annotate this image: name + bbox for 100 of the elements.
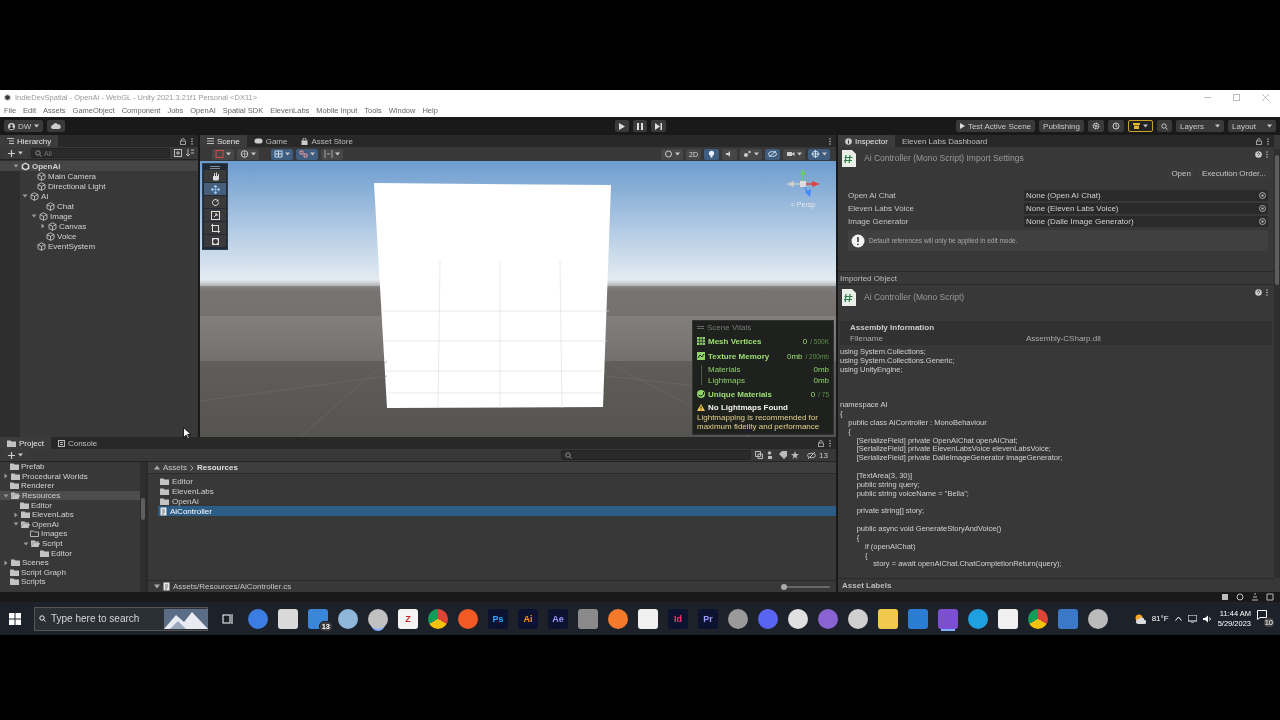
tree-item[interactable]: OpenAi: [0, 519, 140, 530]
sort-icon[interactable]: [186, 149, 194, 157]
rect-tool-button[interactable]: [204, 222, 226, 234]
app-icon[interactable]: Ai: [518, 608, 538, 629]
history-button[interactable]: [1108, 120, 1124, 132]
increment-snap-button[interactable]: [296, 148, 318, 160]
asset-item[interactable]: OpenAi: [158, 496, 836, 506]
chevron-up-icon[interactable]: [1174, 616, 1182, 621]
size-slider[interactable]: [784, 582, 830, 591]
scale-tool-button[interactable]: [204, 209, 226, 221]
test-scene-button[interactable]: Test Active Scene: [955, 120, 1036, 132]
tab[interactable]: Asset Store: [294, 135, 360, 147]
pause-button[interactable]: [632, 120, 647, 132]
asset-item[interactable]: ElevenLabs: [158, 486, 836, 496]
app-icon[interactable]: [278, 608, 298, 629]
app-icon[interactable]: [998, 608, 1018, 629]
cloud-button[interactable]: [47, 120, 66, 132]
tree-item[interactable]: Resources: [0, 490, 140, 501]
hidden-packages-button[interactable]: 13: [803, 449, 832, 461]
lighting-toggle[interactable]: [704, 148, 719, 160]
app-icon[interactable]: Z: [398, 608, 418, 629]
play-button[interactable]: [614, 120, 629, 132]
tree-item[interactable]: Images: [0, 529, 140, 539]
expand-arrow-icon[interactable]: [31, 213, 37, 219]
tab[interactable]: Inspector: [838, 135, 895, 147]
tree-item[interactable]: Voice: [0, 231, 198, 241]
gizmos-button[interactable]: [808, 148, 830, 160]
object-field[interactable]: None (Eleven Labs Voice): [1024, 202, 1268, 214]
search-input[interactable]: Type here to search: [51, 613, 159, 624]
axis-gizmo-icon[interactable]: [786, 169, 820, 199]
tree-item[interactable]: ElevenLabs: [0, 509, 140, 520]
help-icon[interactable]: [1255, 151, 1262, 158]
effects-button[interactable]: [740, 148, 762, 160]
tree-item[interactable]: Scenes: [0, 557, 140, 568]
expand-arrow-icon[interactable]: [13, 163, 19, 169]
orbit-button[interactable]: [661, 148, 684, 160]
tree-item[interactable]: EventSystem: [0, 241, 198, 251]
app-icon[interactable]: Pr: [698, 608, 718, 629]
expand-arrow-icon[interactable]: [3, 559, 9, 566]
expand-arrow-icon[interactable]: [13, 511, 19, 518]
app-icon[interactable]: [878, 608, 898, 629]
app-icon[interactable]: [1088, 608, 1108, 629]
collapse-arrow-icon[interactable]: [154, 465, 160, 470]
align-button[interactable]: [321, 148, 343, 160]
app-icon[interactable]: [788, 608, 808, 629]
app-icon[interactable]: [608, 608, 628, 629]
rotate-tool-button[interactable]: [204, 196, 226, 208]
asset-item[interactable]: Editor: [158, 476, 836, 486]
expand-arrow-icon[interactable]: [23, 540, 29, 547]
tab[interactable]: Game: [246, 135, 295, 147]
drag-handle-icon[interactable]: [210, 166, 220, 169]
app-icon[interactable]: [338, 608, 358, 629]
expand-arrow-icon[interactable]: [13, 521, 19, 528]
publishing-button[interactable]: Publishing: [1039, 120, 1084, 132]
search-button[interactable]: [1157, 120, 1172, 132]
app-icon[interactable]: Ps: [488, 608, 508, 629]
tree-item[interactable]: Script Graph: [0, 567, 140, 578]
object-field[interactable]: None (Dalle Image Generator): [1024, 215, 1268, 227]
tree-item[interactable]: Procedural Worlds: [0, 471, 140, 482]
tree-item[interactable]: Prefab: [0, 462, 140, 472]
tree-item[interactable]: Editor: [0, 548, 140, 558]
expand-arrow-icon[interactable]: [3, 473, 9, 480]
app-icon[interactable]: [368, 608, 388, 629]
layout-dropdown[interactable]: Layout: [1228, 120, 1276, 132]
tree-item[interactable]: Renderer: [0, 481, 140, 491]
tab[interactable]: Project: [0, 437, 51, 449]
asset-item[interactable]: AiController: [158, 506, 836, 516]
expand-arrow-icon[interactable]: [40, 223, 46, 229]
search-field[interactable]: [561, 450, 752, 460]
taskbar-search-field[interactable]: Type here to search: [34, 606, 208, 631]
grid-snap-button[interactable]: [271, 148, 293, 160]
settings-button[interactable]: [1088, 120, 1104, 132]
camera-button[interactable]: [783, 148, 805, 160]
scene-visibility-icon[interactable]: [174, 149, 182, 157]
app-icon[interactable]: [638, 608, 658, 629]
audio-toggle[interactable]: [722, 148, 737, 160]
draw-mode-button[interactable]: [212, 148, 234, 160]
transform-tool-button[interactable]: [204, 235, 226, 247]
app-icon[interactable]: [1028, 608, 1048, 629]
tree-item[interactable]: Scripts: [0, 577, 140, 587]
tree-item[interactable]: Directional Light: [0, 181, 198, 191]
expand-arrow-icon[interactable]: [22, 193, 28, 199]
tab[interactable]: Eleven Labs Dashboard: [894, 135, 995, 147]
visibility-toggle[interactable]: [765, 148, 780, 160]
tab[interactable]: Scene: [200, 135, 247, 147]
layers-dropdown[interactable]: Layers: [1176, 120, 1224, 132]
volume-icon[interactable]: [1202, 614, 1212, 623]
breadcrumb-item[interactable]: Assets: [163, 463, 187, 472]
slider-thumb[interactable]: [781, 583, 787, 590]
tree-item[interactable]: Image: [0, 211, 198, 221]
tree-item[interactable]: Chat: [0, 201, 198, 211]
collapse-arrow-icon[interactable]: [154, 584, 160, 589]
step-button[interactable]: [650, 120, 666, 132]
star-icon[interactable]: [791, 451, 800, 459]
globe-button[interactable]: [237, 148, 259, 160]
tag-icon[interactable]: [779, 451, 788, 459]
tree-item[interactable]: Canvas: [0, 221, 198, 231]
filter-by-type-icon[interactable]: [755, 451, 764, 459]
app-icon[interactable]: [848, 608, 868, 629]
app-icon[interactable]: [428, 608, 448, 629]
